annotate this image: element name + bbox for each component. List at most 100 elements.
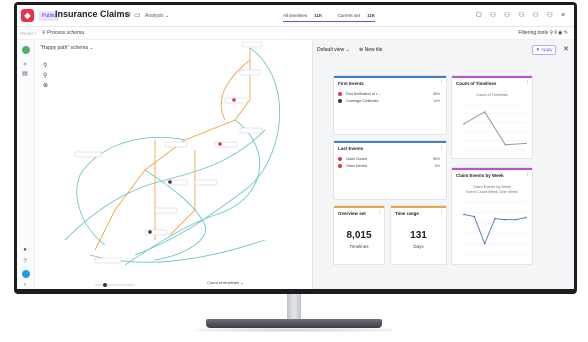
data-point (483, 111, 486, 113)
count-timelines-dropdown[interactable]: Count of timelines ⌄ (207, 280, 243, 285)
zoom-out-icon[interactable]: ⚲ (43, 72, 47, 79)
claim-events-by-week-card[interactable]: Claim Events by Week ⫶ Claim Events by W… (451, 167, 533, 265)
card-accent (334, 206, 384, 208)
chart-subtitle: Event Count Week Over Week (466, 190, 518, 194)
apply-button[interactable]: ▼ Apply (532, 45, 556, 55)
process-schema-label: Process schema (47, 30, 85, 36)
card-title: Overview set (338, 211, 366, 216)
process-node[interactable] (241, 41, 263, 48)
data-point (473, 215, 476, 218)
close-icon[interactable]: ✕ (563, 45, 569, 53)
current-set-label: Current set (337, 13, 360, 18)
event-marker (218, 142, 222, 146)
data-point (504, 218, 507, 221)
last-events-card[interactable]: Last Events ⫶ Claim Closed 88% Claim Den… (333, 140, 447, 200)
card-accent (452, 168, 532, 170)
event-row: Claim Closed (338, 157, 367, 162)
all-timelines-label: All timelines (283, 13, 308, 18)
event-dot-icon (338, 92, 342, 97)
timeline-counters: All timelines 11K Current set 11K (283, 13, 389, 18)
event-label: Coverage Confirmed (345, 99, 379, 103)
card-menu-icon[interactable]: ⫶ (379, 210, 380, 216)
overview-unit: Timelines (349, 244, 369, 249)
card-menu-icon[interactable]: ⫶ (441, 145, 442, 151)
data-point (494, 217, 496, 220)
process-schema-tab[interactable]: ⚲ Process schema (42, 30, 84, 36)
data-icon[interactable]: ▦ (20, 60, 30, 68)
apply-label: Apply (541, 47, 553, 52)
app-logo-icon[interactable]: ◆ (21, 9, 34, 22)
fit-icon[interactable]: ⊕ (43, 83, 48, 89)
overview-value: 8,015 (346, 230, 372, 241)
card-menu-icon[interactable]: ⫶ (527, 172, 528, 178)
process-node[interactable] (154, 207, 178, 214)
process-map[interactable]: "Happy path" schema ⌄ ⚲ ⚲ ⊕ Count of tim… (35, 40, 312, 289)
event-row: First Notification of L... (338, 92, 381, 97)
filter-icon: ▼ (535, 47, 541, 52)
claim-events-chart (463, 201, 527, 255)
card-accent (334, 76, 446, 78)
top-bar: ◆ Public Insurance Claims ⚙ ▭ Analysis ⌄… (17, 5, 574, 27)
count-of-timelines-chart (463, 103, 527, 151)
event-dot-icon (338, 157, 342, 162)
card-menu-icon[interactable]: ⫶ (441, 80, 442, 86)
share-icon: ⚲ (42, 30, 46, 36)
pin-icon[interactable]: ✎ (564, 30, 568, 36)
data-point (463, 122, 465, 125)
process-node[interactable] (164, 141, 188, 148)
sub-bar: PROJECT ⚲ Process schema Filtering tools… (17, 27, 574, 40)
first-events-card[interactable]: First Events ⫶ First Notification of L..… (333, 75, 447, 135)
event-row: Claim Denied (338, 164, 367, 169)
process-node[interactable] (239, 127, 263, 134)
data-point (525, 216, 527, 219)
page-title: Insurance Claims (55, 9, 130, 19)
event-marker (168, 180, 172, 184)
process-node[interactable] (74, 151, 102, 158)
toolbar-icons[interactable]: ⎔ ⚇ ⚇ ⚇ ⚇ ⚇ ≡ (476, 11, 568, 19)
filtering-tools-label: Filtering tools (518, 30, 549, 36)
chart-title: Count of Timelines (476, 93, 508, 97)
counter-underline (283, 21, 375, 22)
card-accent (391, 206, 446, 208)
bell-icon[interactable]: ● (20, 246, 30, 254)
left-rail: ▦ ▤ ● ? ≡ (17, 40, 35, 289)
time-range-card[interactable]: Time range ⫶ 131 Days (390, 205, 447, 265)
process-node[interactable] (194, 179, 218, 186)
filtering-tools[interactable]: Filtering tools ⚲ ⫴ ◉ ✎ (518, 30, 568, 36)
monitor-icon[interactable]: ▭ (134, 11, 141, 19)
default-view-label: Default view (317, 47, 345, 53)
event-label: Claim Closed (345, 157, 367, 161)
analysis-dropdown[interactable]: Analysis ⌄ (145, 13, 169, 19)
time-range-unit: Days (413, 244, 424, 249)
card-title: Time range (395, 211, 419, 216)
zoom-in-icon[interactable]: ⚲ (43, 62, 47, 69)
settings-icon[interactable]: ⚙ (125, 11, 131, 19)
new-tile-button[interactable]: ⊕ New tile (359, 47, 382, 53)
count-of-timelines-card[interactable]: Count of Timelines ⫶ Count of Timelines (451, 75, 533, 159)
new-tile-label: New tile (364, 47, 383, 53)
event-pct: 86% (432, 92, 440, 96)
zoom-slider-handle[interactable] (103, 283, 107, 287)
support-icon[interactable] (22, 270, 30, 278)
process-node[interactable] (94, 257, 122, 264)
help-icon[interactable]: ? (20, 258, 30, 266)
card-menu-icon[interactable]: ⫶ (527, 80, 528, 86)
data-point (525, 142, 527, 145)
all-timelines-value: 11K (314, 13, 323, 18)
monitor-stand-base (206, 319, 382, 328)
home-icon[interactable] (22, 46, 30, 54)
process-graph[interactable]: ⚲ ⚲ ⊕ (35, 40, 312, 289)
overview-set-card[interactable]: Overview set ⫶ 8,015 Timelines (333, 205, 385, 265)
list-icon[interactable]: ▤ (20, 70, 30, 78)
process-node[interactable] (224, 97, 248, 104)
default-view-dropdown[interactable]: Default view ⌄ (317, 47, 350, 53)
app-screen: ◆ Public Insurance Claims ⚙ ▭ Analysis ⌄… (17, 5, 574, 289)
series-line (463, 111, 527, 146)
count-timelines-label: Count of timelines (207, 280, 240, 285)
event-label: First Notification of L... (345, 92, 381, 96)
card-menu-icon[interactable]: ⫶ (441, 210, 442, 216)
process-node[interactable] (239, 69, 261, 76)
event-pct: 14% (432, 99, 440, 103)
data-point (514, 218, 517, 221)
card-accent (452, 76, 532, 78)
